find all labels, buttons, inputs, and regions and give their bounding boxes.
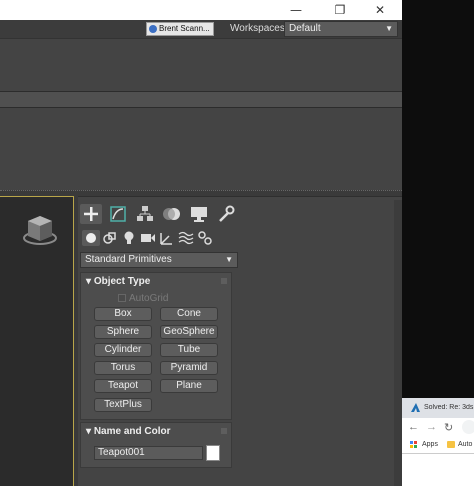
minimize-button[interactable]: — [286, 2, 306, 18]
browser-tab-title: Solved: Re: 3ds [424, 404, 474, 411]
workspaces-dropdown[interactable]: Default ▼ [284, 21, 398, 37]
sphere-button[interactable]: Sphere [94, 325, 152, 339]
primitive-type-dropdown[interactable]: Standard Primitives ▼ [80, 252, 238, 268]
name-and-color-header[interactable]: ▾ Name and Color [86, 426, 171, 437]
helpers-icon [160, 233, 172, 245]
textplus-button[interactable]: TextPlus [94, 398, 152, 412]
modify-icon [110, 206, 126, 222]
modify-tab[interactable] [107, 204, 129, 224]
utilities-icon [219, 205, 235, 222]
torus-button[interactable]: Torus [94, 361, 152, 375]
forward-arrow-icon[interactable]: → [426, 421, 437, 433]
toolbar-separator [0, 91, 402, 108]
tube-button[interactable]: Tube [160, 343, 218, 357]
close-button[interactable]: ✕ [370, 2, 390, 18]
workspaces-value: Default [289, 23, 321, 34]
command-panel-scrollbar[interactable] [394, 200, 402, 486]
shapes-category[interactable] [101, 230, 119, 246]
object-color-swatch[interactable] [206, 445, 220, 461]
dropdown-arrow-icon: ▼ [385, 24, 393, 33]
name-and-color-title: Name and Color [93, 426, 171, 437]
teapot-button[interactable]: Teapot [94, 379, 152, 393]
object-type-title: Object Type [93, 276, 151, 287]
address-bar[interactable] [462, 420, 474, 434]
pyramid-button[interactable]: Pyramid [160, 361, 218, 375]
cameras-icon [141, 234, 155, 242]
lights-icon [124, 231, 134, 244]
geosphere-button[interactable]: GeoSphere [160, 325, 218, 339]
dropdown-arrow-icon: ▼ [225, 255, 233, 264]
bookmark-apps[interactable]: Apps [422, 441, 438, 448]
object-name-field[interactable]: Teapot001 [94, 446, 203, 460]
create-icon [84, 207, 98, 221]
display-icon [191, 207, 207, 222]
box-button[interactable]: Box [94, 307, 152, 321]
bookmark-auto[interactable]: Auto [458, 441, 472, 448]
cylinder-button[interactable]: Cylinder [94, 343, 152, 357]
restore-button[interactable]: ❐ [330, 2, 350, 18]
geometry-category[interactable] [82, 230, 100, 246]
autogrid-checkbox[interactable] [118, 294, 126, 302]
ribbon-area [0, 108, 402, 190]
helpers-category[interactable] [158, 230, 176, 246]
systems-icon [198, 231, 212, 245]
utilities-tab[interactable] [215, 204, 237, 224]
folder-icon [447, 441, 455, 448]
autodesk-logo-icon [411, 403, 420, 412]
reload-icon[interactable]: ↻ [444, 421, 453, 434]
primitive-type-value: Standard Primitives [85, 254, 172, 265]
motion-icon [163, 208, 180, 220]
cone-button[interactable]: Cone [160, 307, 218, 321]
systems-category[interactable] [196, 230, 214, 246]
autogrid-label: AutoGrid [129, 293, 169, 304]
object-type-header[interactable]: ▾ Object Type [86, 276, 150, 287]
user-account-button[interactable]: Brent Scann... [146, 22, 214, 36]
hierarchy-tab[interactable] [134, 204, 156, 224]
main-toolbar [0, 38, 402, 91]
user-icon [149, 24, 157, 33]
workspaces-label: Workspaces: [230, 23, 288, 34]
spacewarps-category[interactable] [177, 230, 195, 246]
cameras-category[interactable] [139, 230, 157, 246]
geometry-icon [82, 230, 100, 246]
spacewarps-icon [178, 231, 194, 245]
viewcube-icon[interactable] [20, 212, 62, 250]
motion-tab[interactable] [161, 204, 183, 224]
lights-category[interactable] [120, 230, 138, 246]
collapse-arrow-icon: ▾ [86, 276, 94, 287]
hierarchy-icon [137, 206, 153, 221]
back-arrow-icon[interactable]: ← [408, 421, 419, 433]
create-tab[interactable] [80, 204, 102, 224]
desktop-background [402, 0, 474, 398]
plane-button[interactable]: Plane [160, 379, 218, 393]
display-tab[interactable] [188, 204, 210, 224]
rollout-handle-icon [221, 278, 227, 284]
collapse-arrow-icon: ▾ [86, 426, 94, 437]
apps-grid-icon [410, 441, 417, 448]
rollout-handle-icon [221, 428, 227, 434]
shapes-icon [103, 232, 116, 244]
user-label: Brent Scann... [159, 24, 210, 33]
